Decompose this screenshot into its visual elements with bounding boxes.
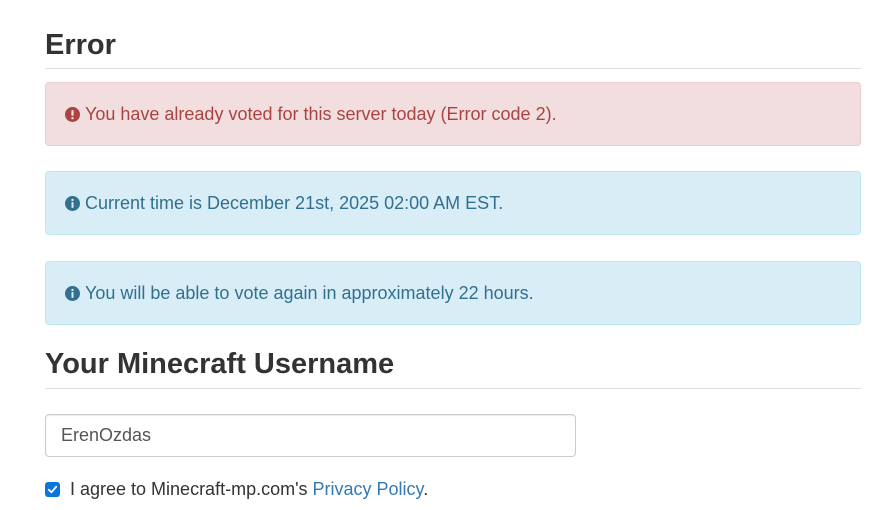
info-circle-icon (65, 285, 80, 301)
checkmark-icon (47, 485, 58, 493)
error-heading: Error (45, 26, 861, 69)
exclamation-circle-icon (65, 106, 80, 122)
vote-page: Error You have already voted for this se… (0, 0, 876, 510)
info-circle-icon (65, 195, 80, 211)
privacy-agreement-label: I agree to Minecraft-mp.com's Privacy Po… (70, 479, 428, 500)
username-heading: Your Minecraft Username (45, 344, 861, 389)
privacy-agreement-row: I agree to Minecraft-mp.com's Privacy Po… (45, 478, 428, 500)
error-alert-text: You have already voted for this server t… (85, 103, 557, 124)
privacy-agreement-suffix: . (423, 478, 429, 499)
privacy-policy-link[interactable]: Privacy Policy (313, 479, 424, 499)
current-time-alert: Current time is December 21st, 2025 02:0… (45, 171, 861, 235)
error-alert: You have already voted for this server t… (45, 82, 861, 146)
privacy-agreement-checkbox[interactable] (45, 481, 60, 497)
vote-again-alert-text: You will be able to vote again in approx… (85, 282, 534, 303)
vote-again-alert: You will be able to vote again in approx… (45, 261, 861, 325)
privacy-agreement-prefix: I agree to Minecraft-mp.com's (70, 478, 313, 499)
minecraft-username-input[interactable] (45, 414, 576, 457)
current-time-alert-text: Current time is December 21st, 2025 02:0… (85, 192, 504, 213)
